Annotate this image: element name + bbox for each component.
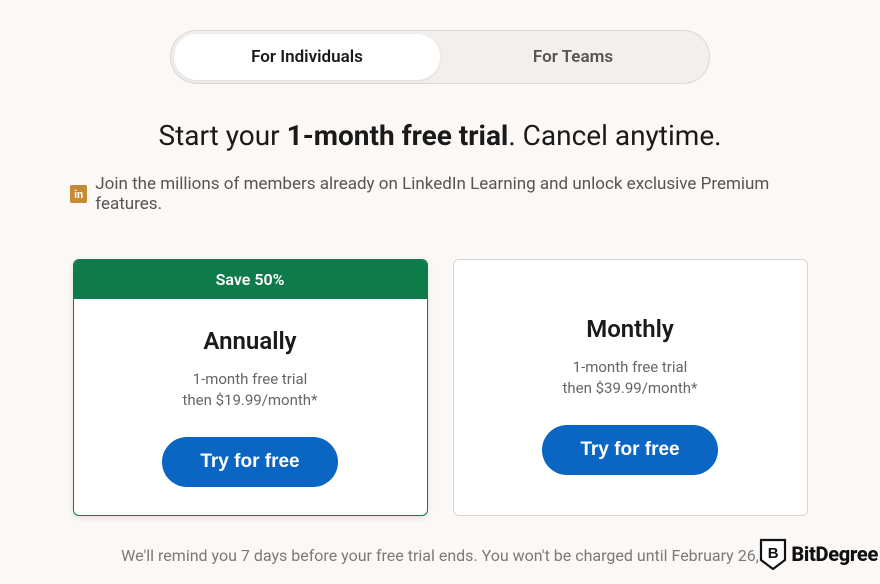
plan-card-annual: Save 50% Annually 1-month free trial the…	[73, 259, 428, 516]
linkedin-badge-icon: in	[70, 185, 87, 203]
page-headline: Start your 1-month free trial. Cancel an…	[70, 119, 810, 152]
tab-individuals[interactable]: For Individuals	[174, 34, 440, 80]
tab-teams[interactable]: For Teams	[440, 34, 706, 80]
tabs-row: For Individuals For Teams	[170, 30, 710, 84]
plan-card-monthly: Monthly 1-month free trial then $39.99/m…	[453, 259, 808, 516]
plan-body-annual: Annually 1-month free trial then $19.99/…	[74, 299, 427, 515]
svg-text:B: B	[768, 545, 779, 562]
plan-body-monthly: Monthly 1-month free trial then $39.99/m…	[454, 260, 807, 515]
footer-note: We'll remind you 7 days before your free…	[70, 546, 810, 565]
headline-suffix: . Cancel anytime.	[508, 119, 721, 152]
subtext: Join the millions of members already on …	[95, 174, 810, 214]
bitdegree-text: BitDegree	[791, 542, 878, 566]
plan-trial-monthly: 1-month free trial	[573, 357, 688, 378]
save-banner: Save 50%	[74, 260, 427, 299]
plan-title-annual: Annually	[203, 327, 296, 355]
plan-trial-annual: 1-month free trial	[193, 369, 308, 390]
plan-title-monthly: Monthly	[586, 315, 674, 343]
bitdegree-shield-icon: B	[759, 538, 787, 570]
try-free-button-monthly[interactable]: Try for free	[542, 425, 717, 475]
headline-bold: 1-month free trial	[287, 119, 509, 152]
headline-prefix: Start your	[158, 119, 286, 152]
plan-tabs: For Individuals For Teams	[70, 30, 810, 84]
plan-price-annual: then $19.99/month*	[182, 390, 317, 411]
try-free-button-annual[interactable]: Try for free	[162, 437, 337, 487]
plans-row: Save 50% Annually 1-month free trial the…	[70, 259, 810, 516]
plan-price-monthly: then $39.99/month*	[562, 378, 697, 399]
bitdegree-watermark: B BitDegree	[759, 538, 878, 570]
subtext-row: in Join the millions of members already …	[70, 174, 810, 214]
